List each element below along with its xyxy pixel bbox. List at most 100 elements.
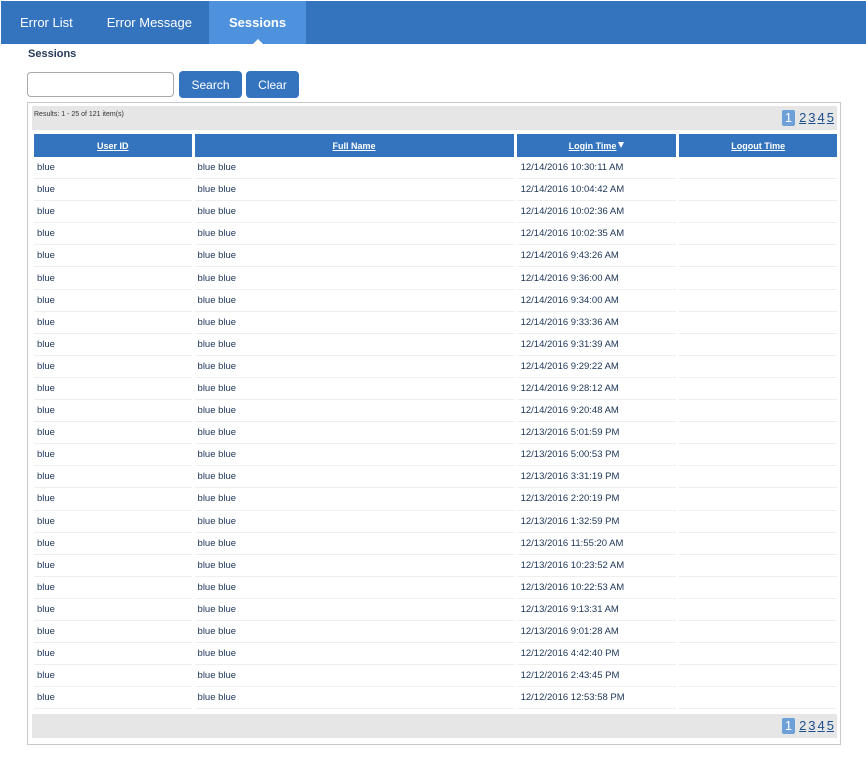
cell-login-time: 12/14/2016 9:43:26 AM bbox=[516, 245, 677, 268]
page-link-3[interactable]: 3 bbox=[808, 110, 815, 126]
cell-logout-time bbox=[679, 312, 837, 334]
table-row: blue blue blue 12/13/2016 5:00:53 PM bbox=[34, 444, 837, 467]
page-link-3[interactable]: 3 bbox=[808, 718, 815, 734]
cell-logout-time bbox=[679, 179, 837, 202]
page-link-5[interactable]: 5 bbox=[827, 718, 834, 734]
cell-full-name: blue blue bbox=[194, 488, 514, 511]
cell-login-time: 12/13/2016 5:00:53 PM bbox=[516, 444, 677, 467]
page-link-1[interactable]: 1 bbox=[781, 718, 796, 734]
column-header-logout-time[interactable]: Logout Time bbox=[679, 134, 837, 157]
pager-bar-bottom: 1 2 3 4 5 bbox=[32, 714, 837, 738]
table-row: blue blue blue 12/14/2016 10:04:42 AM bbox=[34, 179, 837, 202]
pager-top: 1 2 3 4 5 bbox=[781, 110, 834, 126]
column-header-full-name[interactable]: Full Name bbox=[194, 134, 514, 157]
cell-full-name: blue blue bbox=[194, 643, 514, 666]
cell-user-id: blue bbox=[34, 223, 192, 246]
cell-login-time: 12/13/2016 2:20:19 PM bbox=[516, 488, 677, 511]
page-link-5[interactable]: 5 bbox=[827, 110, 834, 126]
tab-error-message[interactable]: Error Message bbox=[90, 1, 209, 44]
cell-login-time: 12/12/2016 12:53:58 PM bbox=[516, 687, 677, 710]
cell-user-id: blue bbox=[34, 511, 192, 533]
cell-user-id: blue bbox=[34, 290, 192, 312]
sort-descending-icon bbox=[618, 141, 625, 148]
page-link-2[interactable]: 2 bbox=[799, 718, 806, 734]
cell-login-time: 12/14/2016 9:33:36 AM bbox=[516, 312, 677, 334]
cell-login-time: 12/13/2016 5:01:59 PM bbox=[516, 422, 677, 445]
table-row: blue blue blue 12/13/2016 2:20:19 PM bbox=[34, 488, 837, 511]
table-row: blue blue blue 12/13/2016 11:55:20 AM bbox=[34, 533, 837, 555]
cell-full-name: blue blue bbox=[194, 290, 514, 312]
cell-logout-time bbox=[679, 533, 837, 555]
cell-logout-time bbox=[679, 488, 837, 511]
cell-full-name: blue blue bbox=[194, 245, 514, 268]
column-header-label: Login Time bbox=[568, 140, 617, 151]
cell-user-id: blue bbox=[34, 267, 192, 290]
cell-full-name: blue blue bbox=[194, 444, 514, 467]
cell-login-time: 12/14/2016 10:30:11 AM bbox=[516, 157, 677, 180]
page-link-4[interactable]: 4 bbox=[818, 110, 825, 126]
cell-logout-time bbox=[679, 599, 837, 621]
column-header-label: User ID bbox=[97, 140, 129, 151]
page-link-1[interactable]: 1 bbox=[781, 110, 796, 126]
table-row: blue blue blue 12/13/2016 5:01:59 PM bbox=[34, 422, 837, 445]
cell-logout-time bbox=[679, 422, 837, 445]
cell-full-name: blue blue bbox=[194, 201, 514, 224]
search-button[interactable]: Search bbox=[179, 71, 242, 98]
pager-bar-top: Results: 1 - 25 of 121 item(s) 1 2 3 4 5 bbox=[32, 106, 837, 130]
table-row: blue blue blue 12/13/2016 3:31:19 PM bbox=[34, 466, 837, 489]
page-link-2[interactable]: 2 bbox=[799, 110, 806, 126]
cell-full-name: blue blue bbox=[194, 533, 514, 555]
column-header-login-time[interactable]: Login Time bbox=[516, 134, 677, 157]
cell-logout-time bbox=[679, 621, 837, 644]
table-row: blue blue blue 12/12/2016 2:43:45 PM bbox=[34, 665, 837, 688]
cell-user-id: blue bbox=[34, 334, 192, 356]
table-row: blue blue blue 12/13/2016 9:01:28 AM bbox=[34, 621, 837, 644]
column-header-user-id[interactable]: User ID bbox=[34, 134, 192, 157]
results-summary: Results: 1 - 25 of 121 item(s) bbox=[34, 111, 124, 118]
column-header-label: Logout Time bbox=[731, 140, 786, 151]
cell-full-name: blue blue bbox=[194, 665, 514, 688]
cell-login-time: 12/13/2016 3:31:19 PM bbox=[516, 466, 677, 489]
table-row: blue blue blue 12/14/2016 10:30:11 AM bbox=[34, 157, 837, 180]
tab-error-list[interactable]: Error List bbox=[1, 1, 90, 44]
clear-button[interactable]: Clear bbox=[246, 71, 299, 98]
cell-user-id: blue bbox=[34, 400, 192, 423]
search-input[interactable] bbox=[27, 72, 174, 97]
cell-user-id: blue bbox=[34, 444, 192, 467]
cell-logout-time bbox=[679, 267, 837, 290]
cell-logout-time bbox=[679, 157, 837, 180]
cell-full-name: blue blue bbox=[194, 555, 514, 577]
cell-full-name: blue blue bbox=[194, 621, 514, 644]
cell-login-time: 12/13/2016 10:23:52 AM bbox=[516, 555, 677, 577]
table-row: blue blue blue 12/14/2016 9:29:22 AM bbox=[34, 356, 837, 378]
cell-logout-time bbox=[679, 665, 837, 688]
page-link-4[interactable]: 4 bbox=[818, 718, 825, 734]
cell-user-id: blue bbox=[34, 201, 192, 224]
table-row: blue blue blue 12/14/2016 10:02:35 AM bbox=[34, 223, 837, 246]
tab-sessions[interactable]: Sessions bbox=[208, 1, 307, 44]
cell-logout-time bbox=[679, 334, 837, 356]
table-row: blue blue blue 12/14/2016 9:36:00 AM bbox=[34, 267, 837, 290]
cell-login-time: 12/13/2016 1:32:59 PM bbox=[516, 511, 677, 533]
cell-logout-time bbox=[679, 444, 837, 467]
cell-full-name: blue blue bbox=[194, 378, 514, 401]
cell-user-id: blue bbox=[34, 312, 192, 334]
table-row: blue blue blue 12/14/2016 9:43:26 AM bbox=[34, 245, 837, 268]
cell-login-time: 12/14/2016 9:34:00 AM bbox=[516, 290, 677, 312]
cell-login-time: 12/14/2016 10:04:42 AM bbox=[516, 179, 677, 202]
cell-full-name: blue blue bbox=[194, 267, 514, 290]
cell-login-time: 12/14/2016 9:36:00 AM bbox=[516, 267, 677, 290]
cell-full-name: blue blue bbox=[194, 157, 514, 180]
table-row: blue blue blue 12/14/2016 9:33:36 AM bbox=[34, 312, 837, 334]
cell-logout-time bbox=[679, 245, 837, 268]
cell-login-time: 12/14/2016 9:31:39 AM bbox=[516, 334, 677, 356]
top-nav: Error List Error Message Sessions bbox=[1, 1, 866, 44]
cell-login-time: 12/14/2016 10:02:36 AM bbox=[516, 201, 677, 224]
header-row: User ID Full Name Login Time Logout Time bbox=[34, 134, 837, 157]
pager-bottom: 1 2 3 4 5 bbox=[781, 718, 834, 734]
cell-full-name: blue blue bbox=[194, 422, 514, 445]
cell-logout-time bbox=[679, 466, 837, 489]
table-row: blue blue blue 12/14/2016 10:02:36 AM bbox=[34, 201, 837, 224]
cell-user-id: blue bbox=[34, 643, 192, 666]
table-body: blue blue blue 12/14/2016 10:30:11 AM blue b… bbox=[34, 157, 837, 710]
